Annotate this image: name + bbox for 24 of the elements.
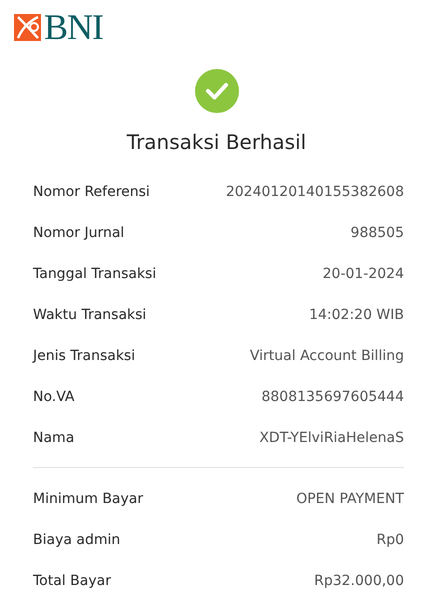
detail-value: Virtual Account Billing <box>250 348 404 364</box>
detail-value: 988505 <box>350 224 404 240</box>
detail-value: XDT-YElviRiaHelenaS <box>259 430 404 446</box>
logo-icon <box>14 14 41 40</box>
detail-value: 8808135697605444 <box>261 388 404 404</box>
detail-value: OPEN PAYMENT <box>296 490 404 506</box>
success-check-icon <box>194 69 238 113</box>
detail-value: Rp32.000,00 <box>314 572 404 588</box>
detail-label: Tanggal Transaksi <box>33 266 156 282</box>
detail-label: No.VA <box>33 388 75 404</box>
detail-label: Waktu Transaksi <box>33 306 146 322</box>
detail-label: Nomor Jurnal <box>33 224 124 240</box>
detail-label: Total Bayar <box>33 572 111 588</box>
detail-value: 20-01-2024 <box>322 266 404 282</box>
detail-label: Nama <box>33 430 74 446</box>
detail-value: Rp0 <box>376 532 404 548</box>
detail-label: Minimum Bayar <box>33 490 144 506</box>
detail-value: 14:02:20 WIB <box>309 306 404 322</box>
detail-label: Biaya admin <box>33 532 120 548</box>
logo-text: BNI <box>44 11 103 43</box>
detail-label: Nomor Referensi <box>33 184 150 200</box>
detail-label: Jenis Transaksi <box>33 348 136 364</box>
detail-value: 20240120140155382608 <box>226 184 404 200</box>
status-title: Transaksi Berhasil <box>126 129 308 155</box>
